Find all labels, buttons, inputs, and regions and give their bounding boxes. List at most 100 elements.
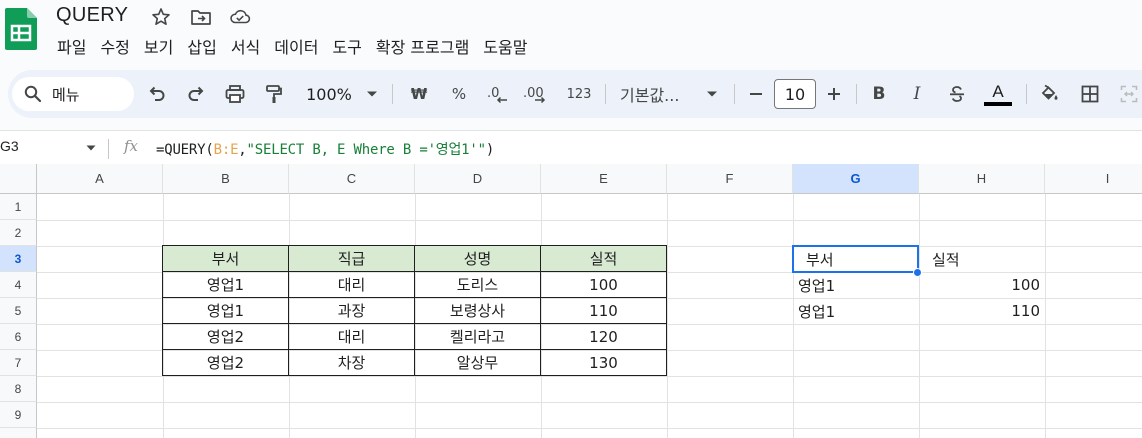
table-cell[interactable]: 도리스 [414, 271, 541, 298]
table-cell[interactable]: 130 [540, 349, 667, 376]
print-icon[interactable] [223, 82, 247, 106]
row-header-1[interactable]: 1 [0, 194, 37, 220]
search-icon [24, 85, 42, 103]
menu-file[interactable]: 파일 [50, 34, 93, 58]
more-formats-button[interactable]: 123 [564, 82, 594, 106]
gridline [37, 428, 1142, 429]
spreadsheet-app: QUERY 파일 수정 보기 삽입 서식 데이터 도구 확장 프로그램 도움말 … [0, 0, 1142, 438]
column-header-c[interactable]: C [289, 164, 415, 194]
svg-text:.00: .00 [523, 86, 544, 101]
paint-format-icon[interactable] [263, 82, 285, 106]
undo-icon[interactable] [146, 82, 168, 106]
table-cell[interactable]: 차장 [288, 349, 415, 376]
column-header-a[interactable]: A [37, 164, 163, 194]
row-header-4[interactable]: 4 [0, 272, 37, 298]
menu-view[interactable]: 보기 [137, 34, 180, 58]
increase-decimal-icon[interactable]: .00 [521, 82, 551, 106]
table-cell[interactable]: 영업2 [162, 349, 289, 376]
row-header-6[interactable]: 6 [0, 324, 37, 350]
menu-extensions[interactable]: 확장 프로그램 [369, 34, 476, 58]
table-cell[interactable]: 영업1 [162, 271, 289, 298]
name-box[interactable]: G3 [0, 138, 19, 154]
text-color-bar [984, 101, 1012, 106]
table-cell[interactable]: 대리 [288, 271, 415, 298]
table-cell[interactable]: 보령상사 [414, 297, 541, 324]
table-cell[interactable]: 영업2 [162, 323, 289, 350]
move-folder-icon[interactable] [190, 6, 212, 28]
bold-button[interactable]: B [868, 82, 890, 106]
row-header-5[interactable]: 5 [0, 298, 37, 324]
table-header-cell[interactable]: 직급 [288, 245, 415, 272]
column-header-g[interactable]: G [793, 164, 919, 194]
row-header-7[interactable]: 7 [0, 350, 37, 376]
row-header-2[interactable]: 2 [0, 220, 37, 246]
table-cell[interactable]: 알상무 [414, 349, 541, 376]
toolbar-divider [856, 84, 857, 104]
table-cell[interactable]: 100 [540, 271, 667, 298]
name-box-dropdown-icon[interactable] [86, 145, 96, 151]
row-header-10[interactable] [0, 428, 37, 438]
select-all-corner[interactable] [0, 164, 37, 194]
row-header-9[interactable]: 9 [0, 402, 37, 428]
cloud-saved-icon[interactable] [229, 6, 251, 28]
table-cell[interactable]: 110 [540, 297, 667, 324]
row-header-8[interactable]: 8 [0, 376, 37, 402]
formula-suffix: ) [485, 142, 495, 158]
query-result-cell[interactable]: 영업1 [793, 272, 919, 298]
document-title[interactable]: QUERY [56, 4, 128, 27]
column-header-e[interactable]: E [541, 164, 667, 194]
query-result-header[interactable]: 실적 [919, 246, 1045, 272]
column-header-b[interactable]: B [163, 164, 289, 194]
percent-format-button[interactable]: % [448, 82, 470, 106]
zoom-select[interactable]: 100% [304, 82, 354, 106]
table-header-cell[interactable]: 부서 [162, 245, 289, 272]
column-header-d[interactable]: D [415, 164, 541, 194]
zoom-dropdown-icon[interactable] [364, 82, 380, 106]
table-cell[interactable]: 120 [540, 323, 667, 350]
table-header-cell[interactable]: 실적 [540, 245, 667, 272]
column-header-i[interactable]: I [1045, 164, 1142, 194]
sheets-logo-icon[interactable] [5, 8, 37, 50]
table-header-cell[interactable]: 성명 [414, 245, 541, 272]
font-dropdown-icon[interactable] [704, 82, 720, 106]
table-cell[interactable]: 대리 [288, 323, 415, 350]
query-result-cell[interactable]: 영업1 [793, 298, 919, 324]
menu-search[interactable]: 메뉴 [12, 77, 134, 111]
menu-help[interactable]: 도움말 [476, 34, 534, 58]
fill-color-icon[interactable] [1038, 82, 1060, 106]
sheet-grid[interactable]: A B C D E F G H I 1 2 3 4 5 6 7 8 9 부서 직… [0, 164, 1142, 438]
text-color-button[interactable]: A [984, 82, 1012, 106]
font-size-input[interactable]: 10 [774, 79, 816, 109]
redo-icon[interactable] [185, 82, 207, 106]
menu-data[interactable]: 데이터 [267, 34, 325, 58]
fill-handle[interactable] [913, 268, 922, 277]
formula-range: B:E [213, 142, 239, 158]
query-result-cell[interactable]: 110 [919, 298, 1045, 324]
strikethrough-icon[interactable] [946, 82, 968, 106]
column-header-h[interactable]: H [919, 164, 1045, 194]
decrease-font-size-icon[interactable] [746, 82, 766, 106]
menu-format[interactable]: 서식 [224, 34, 267, 58]
row-header-3[interactable]: 3 [0, 246, 37, 272]
italic-button[interactable]: I [906, 82, 928, 106]
merge-cells-icon[interactable] [1118, 82, 1140, 106]
decrease-decimal-icon[interactable]: .0 [484, 82, 512, 106]
star-icon[interactable] [150, 6, 172, 28]
column-header-f[interactable]: F [667, 164, 793, 194]
menu-insert[interactable]: 삽입 [180, 34, 223, 58]
formula-divider [108, 139, 109, 159]
toolbar: 메뉴 100% ₩ % .0 .00 123 기본값... 10 B I A [8, 70, 1142, 118]
table-cell[interactable]: 영업1 [162, 297, 289, 324]
formula-bar: G3 fx =QUERY(B:E,"SELECT B, E Where B ='… [0, 130, 1142, 164]
menu-edit[interactable]: 수정 [93, 34, 136, 58]
increase-font-size-icon[interactable] [823, 82, 845, 106]
font-family-select[interactable]: 기본값... [620, 82, 690, 106]
gridline [37, 220, 1142, 221]
table-cell[interactable]: 켈리라고 [414, 323, 541, 350]
menu-tools[interactable]: 도구 [325, 34, 368, 58]
borders-icon[interactable] [1079, 82, 1101, 106]
currency-format-button[interactable]: ₩ [408, 82, 430, 106]
table-cell[interactable]: 과장 [288, 297, 415, 324]
formula-input[interactable]: =QUERY(B:E,"SELECT B, E Where B ='영업1'") [156, 139, 494, 159]
query-result-cell[interactable]: 100 [919, 272, 1045, 298]
